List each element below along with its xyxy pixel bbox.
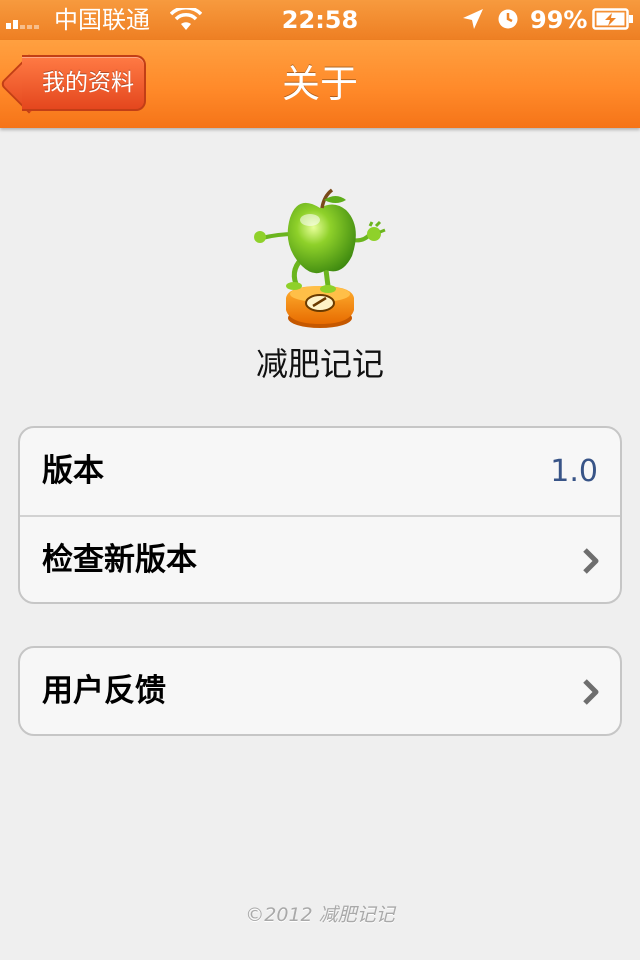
- battery-percentage: 99%: [530, 6, 588, 34]
- version-value: 1.0: [550, 454, 598, 489]
- status-bar: 中国联通 22:58 99%: [0, 0, 640, 40]
- location-arrow-icon: [463, 9, 483, 29]
- chevron-right-icon: [583, 548, 599, 574]
- about-screen: 中国联通 22:58 99% 我的资料 关于 减肥记记 版本 1.0 检查新版本…: [0, 0, 640, 960]
- apple-on-scale-icon: [254, 188, 386, 328]
- version-label: 版本: [42, 453, 104, 489]
- back-button-label: 我的资料: [42, 70, 134, 96]
- chevron-right-icon: [583, 679, 599, 705]
- battery-charging-icon: [592, 8, 633, 30]
- check-update-label: 检查新版本: [42, 542, 197, 578]
- copyright-footer: ©2012 减肥记记: [245, 904, 395, 926]
- check-update-row[interactable]: 检查新版本: [20, 515, 620, 602]
- feedback-label: 用户反馈: [42, 673, 166, 709]
- navigation-bar: 我的资料 关于: [0, 40, 640, 128]
- alarm-clock-icon: [498, 9, 518, 29]
- feedback-row[interactable]: 用户反馈: [20, 648, 620, 734]
- settings-group-feedback: 用户反馈: [18, 646, 622, 736]
- version-row: 版本 1.0: [20, 428, 620, 515]
- app-name: 减肥记记: [255, 345, 384, 383]
- back-button-area: 我的资料: [0, 40, 160, 128]
- settings-group-info: 版本 1.0 检查新版本: [18, 426, 622, 604]
- back-button[interactable]: 我的资料: [22, 55, 146, 111]
